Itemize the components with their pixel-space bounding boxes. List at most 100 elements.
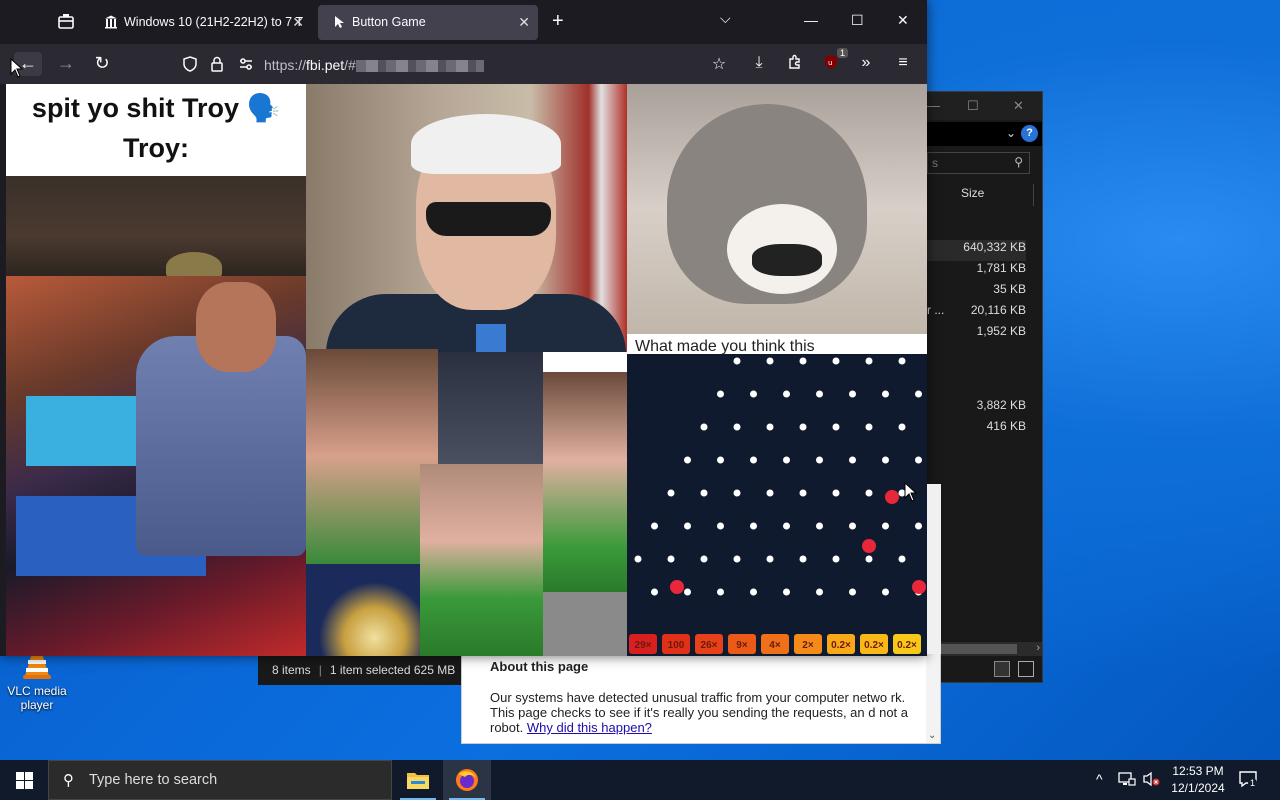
file-size: 416 KB xyxy=(986,419,1026,433)
new-tab-icon[interactable]: + xyxy=(552,10,564,33)
file-row[interactable]: 3,882 KB xyxy=(927,398,1026,419)
bookmark-star-icon[interactable]: ☆ xyxy=(708,54,730,74)
plinko-ball xyxy=(670,580,684,594)
tracking-protection-icon[interactable] xyxy=(182,56,198,75)
chevron-down-icon[interactable]: ⌄ xyxy=(1006,126,1016,140)
horizontal-scrollbar[interactable]: › xyxy=(927,642,1042,656)
tab-bar: Windows 10 (21H2-22H2) to 7 T ✕ Button G… xyxy=(0,0,927,44)
file-row[interactable]: 1,952 KB xyxy=(927,324,1026,345)
forward-icon[interactable]: → xyxy=(52,52,80,76)
file-row[interactable]: 35 KB xyxy=(927,282,1026,303)
start-button[interactable] xyxy=(0,760,48,800)
file-size: 640,332 KB xyxy=(963,240,1026,254)
plinko-peg xyxy=(684,588,691,596)
why-did-this-happen-link[interactable]: Why did this happen? xyxy=(527,720,652,735)
reload-icon[interactable]: ↻ xyxy=(88,52,116,76)
multiplier-label: 2× xyxy=(802,640,814,651)
details-view-icon[interactable] xyxy=(994,661,1010,677)
file-size: 3,882 KB xyxy=(976,398,1026,412)
plinko-peg xyxy=(783,588,790,596)
plinko-peg xyxy=(832,423,840,431)
plinko-svg: 29× 100 26× 9× 4× 2× 0.2× 0.2× 0.2× xyxy=(629,357,926,654)
plinko-peg xyxy=(684,522,691,530)
url-bar[interactable]: https://fbi.pet/# xyxy=(176,48,696,80)
plinko-ball xyxy=(862,539,876,553)
plinko-peg xyxy=(717,390,724,398)
overflow-menu-icon[interactable]: » xyxy=(855,54,877,72)
about-scrollbar[interactable]: ⌄ xyxy=(926,653,940,743)
file-row[interactable]: 640,332 KB xyxy=(927,240,1026,261)
minimize-icon[interactable]: — xyxy=(804,12,818,28)
ublock-badge: 1 xyxy=(836,48,848,58)
file-row[interactable]: 1,781 KB xyxy=(927,261,1026,282)
desktop-icon-vlc[interactable]: VLC media player xyxy=(4,648,70,712)
plinko-peg xyxy=(766,489,774,497)
file-row[interactable]: r ... 20,116 KB xyxy=(927,303,1026,324)
network-icon[interactable] xyxy=(1118,771,1136,800)
plinko-peg xyxy=(750,588,757,596)
search-placeholder: Type here to search xyxy=(89,772,218,788)
plinko-peg xyxy=(700,423,708,431)
help-icon[interactable]: ? xyxy=(1021,125,1038,142)
large-icons-view-icon[interactable] xyxy=(1018,661,1034,677)
file-explorer-taskbar-button[interactable] xyxy=(394,760,442,800)
close-icon[interactable]: ✕ xyxy=(897,12,909,29)
minimize-icon[interactable]: — xyxy=(927,98,940,113)
status-selection: 1 item selected 625 MB xyxy=(329,663,456,677)
taskbar-search-input[interactable]: ⚲ Type here to search xyxy=(48,760,392,800)
plinko-peg xyxy=(915,390,922,398)
maximize-icon[interactable]: ☐ xyxy=(851,12,864,29)
volume-muted-icon[interactable] xyxy=(1142,771,1160,800)
ublock-origin-icon[interactable]: u 1 xyxy=(820,48,848,75)
multiplier-bucket: 26× xyxy=(695,634,723,654)
show-hidden-icons-icon[interactable]: ^ xyxy=(1096,771,1103,800)
scroll-right-icon[interactable]: › xyxy=(1036,642,1040,654)
cat-image xyxy=(627,84,927,334)
explorer-titlebar: — ☐ ✕ xyxy=(927,92,1042,120)
search-icon: ⚲ xyxy=(63,772,74,789)
plinko-peg xyxy=(783,522,790,530)
action-center-icon[interactable]: 1 xyxy=(1238,770,1258,791)
president-image xyxy=(306,84,627,352)
search-icon: ⚲ xyxy=(1014,155,1023,169)
plinko-peg xyxy=(684,456,691,464)
plinko-peg xyxy=(816,390,823,398)
hamburger-menu-icon[interactable]: ≡ xyxy=(892,54,914,72)
tab-button-game[interactable]: Button Game ✕ xyxy=(318,5,538,40)
tab-windows10[interactable]: Windows 10 (21H2-22H2) to 7 T ✕ xyxy=(90,5,312,40)
lock-icon[interactable] xyxy=(210,56,224,75)
firefox-taskbar-button[interactable] xyxy=(443,760,491,800)
extensions-icon[interactable] xyxy=(784,54,806,75)
file-size: 1,781 KB xyxy=(976,261,1026,275)
firefox-view-icon[interactable] xyxy=(56,12,76,32)
multiplier-label: 9× xyxy=(736,640,748,651)
plinko-peg xyxy=(882,456,889,464)
system-clock[interactable]: 12:53 PM 12/1/2024 xyxy=(1168,763,1228,797)
scroll-down-icon[interactable]: ⌄ xyxy=(928,730,936,741)
list-all-tabs-icon[interactable]: ⌵ xyxy=(720,10,731,27)
downloads-icon[interactable]: ⤓ xyxy=(748,54,770,72)
about-heading: About this page xyxy=(490,659,589,674)
mouse-cursor-icon xyxy=(10,58,24,78)
close-icon[interactable]: ✕ xyxy=(1013,98,1024,114)
column-header-size[interactable]: Size xyxy=(927,184,1034,206)
file-row[interactable]: 416 KB xyxy=(927,419,1026,440)
multiplier-label: 0.2× xyxy=(897,640,917,651)
explorer-address-bar[interactable]: ⌄ ? xyxy=(927,122,1042,146)
plinko-peg xyxy=(783,390,790,398)
url-text[interactable]: https://fbi.pet/# xyxy=(264,57,484,73)
multiplier-bucket: 4× xyxy=(761,634,789,654)
multiplier-label: 29× xyxy=(635,640,652,651)
plinko-board[interactable]: 29× 100 26× 9× 4× 2× 0.2× 0.2× 0.2× xyxy=(627,354,927,656)
permissions-icon[interactable] xyxy=(238,56,254,75)
library-icon xyxy=(104,15,120,31)
maximize-icon[interactable]: ☐ xyxy=(967,98,979,114)
file-size: 1,952 KB xyxy=(976,324,1026,338)
close-tab-icon[interactable]: ✕ xyxy=(292,14,304,31)
plinko-peg xyxy=(849,390,856,398)
page-scrollbar[interactable] xyxy=(927,484,941,654)
explorer-search-input[interactable]: s ⚲ xyxy=(927,152,1030,174)
close-tab-icon[interactable]: ✕ xyxy=(518,14,530,31)
sunglasses-shape xyxy=(426,202,551,236)
